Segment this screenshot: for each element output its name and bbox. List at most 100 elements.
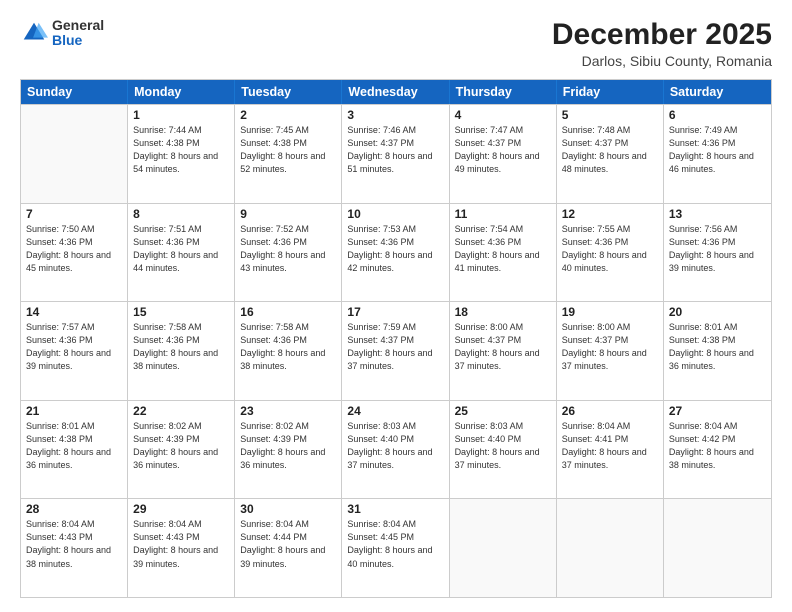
calendar-cell: 20 Sunrise: 8:01 AMSunset: 4:38 PMDayligh… bbox=[664, 302, 771, 400]
calendar-day-header: Saturday bbox=[664, 80, 771, 104]
calendar-cell bbox=[450, 499, 557, 597]
calendar-cell: 28 Sunrise: 8:04 AMSunset: 4:43 PMDayligh… bbox=[21, 499, 128, 597]
calendar-cell: 9 Sunrise: 7:52 AMSunset: 4:36 PMDaylight… bbox=[235, 204, 342, 302]
calendar-cell: 3Sunrise: 7:46 AMSunset: 4:37 PMDaylight… bbox=[342, 105, 449, 203]
calendar-cell bbox=[557, 499, 664, 597]
day-number: 26 bbox=[562, 404, 658, 418]
day-number: 31 bbox=[347, 502, 443, 516]
day-number: 12 bbox=[562, 207, 658, 221]
calendar-cell: 7Sunrise: 7:50 AMSunset: 4:36 PMDaylight… bbox=[21, 204, 128, 302]
day-info: Sunrise: 7:54 AMSunset: 4:36 PMDaylight:… bbox=[455, 223, 551, 275]
day-number: 25 bbox=[455, 404, 551, 418]
day-number: 16 bbox=[240, 305, 336, 319]
day-number: 4 bbox=[455, 108, 551, 122]
day-info: Sunrise: 7:52 AMSunset: 4:36 PMDaylight:… bbox=[240, 223, 336, 275]
calendar-day-header: Sunday bbox=[21, 80, 128, 104]
day-info: Sunrise: 8:04 AMSunset: 4:45 PMDaylight:… bbox=[347, 518, 443, 570]
logo-text: General Blue bbox=[52, 18, 104, 49]
day-number: 23 bbox=[240, 404, 336, 418]
calendar-week-row: 28 Sunrise: 8:04 AMSunset: 4:43 PMDayligh… bbox=[21, 498, 771, 597]
calendar-day-header: Thursday bbox=[450, 80, 557, 104]
day-number: 7 bbox=[26, 207, 122, 221]
calendar-week-row: 1 Sunrise: 7:44 AMSunset: 4:38 PMDaylight… bbox=[21, 104, 771, 203]
day-number: 3 bbox=[347, 108, 443, 122]
calendar-cell: 24 Sunrise: 8:03 AMSunset: 4:40 PMDayligh… bbox=[342, 401, 449, 499]
calendar-week-row: 14 Sunrise: 7:57 AMSunset: 4:36 PMDayligh… bbox=[21, 301, 771, 400]
day-info: Sunrise: 8:04 AMSunset: 4:43 PMDaylight:… bbox=[26, 518, 122, 570]
logo: General Blue bbox=[20, 18, 104, 49]
day-number: 30 bbox=[240, 502, 336, 516]
calendar-cell: 5Sunrise: 7:48 AMSunset: 4:37 PMDaylight… bbox=[557, 105, 664, 203]
day-info: Sunrise: 7:55 AMSunset: 4:36 PMDaylight:… bbox=[562, 223, 658, 275]
day-number: 28 bbox=[26, 502, 122, 516]
day-number: 9 bbox=[240, 207, 336, 221]
calendar-cell bbox=[21, 105, 128, 203]
calendar-cell: 15 Sunrise: 7:58 AMSunset: 4:36 PMDayligh… bbox=[128, 302, 235, 400]
day-number: 8 bbox=[133, 207, 229, 221]
calendar-cell: 11Sunrise: 7:54 AMSunset: 4:36 PMDayligh… bbox=[450, 204, 557, 302]
day-number: 17 bbox=[347, 305, 443, 319]
day-info: Sunrise: 8:04 AMSunset: 4:41 PMDaylight:… bbox=[562, 420, 658, 472]
calendar-header: SundayMondayTuesdayWednesdayThursdayFrid… bbox=[21, 80, 771, 104]
day-info: Sunrise: 7:45 AMSunset: 4:38 PMDaylight:… bbox=[240, 124, 336, 176]
calendar-cell: 10 Sunrise: 7:53 AMSunset: 4:36 PMDayligh… bbox=[342, 204, 449, 302]
calendar-day-header: Wednesday bbox=[342, 80, 449, 104]
calendar-cell: 30 Sunrise: 8:04 AMSunset: 4:44 PMDayligh… bbox=[235, 499, 342, 597]
day-info: Sunrise: 8:04 AMSunset: 4:43 PMDaylight:… bbox=[133, 518, 229, 570]
calendar-cell: 12 Sunrise: 7:55 AMSunset: 4:36 PMDayligh… bbox=[557, 204, 664, 302]
day-info: Sunrise: 7:53 AMSunset: 4:36 PMDaylight:… bbox=[347, 223, 443, 275]
day-number: 21 bbox=[26, 404, 122, 418]
day-info: Sunrise: 8:04 AMSunset: 4:44 PMDaylight:… bbox=[240, 518, 336, 570]
day-info: Sunrise: 8:01 AMSunset: 4:38 PMDaylight:… bbox=[26, 420, 122, 472]
day-number: 15 bbox=[133, 305, 229, 319]
calendar-cell: 29Sunrise: 8:04 AMSunset: 4:43 PMDayligh… bbox=[128, 499, 235, 597]
day-info: Sunrise: 8:01 AMSunset: 4:38 PMDaylight:… bbox=[669, 321, 766, 373]
day-number: 13 bbox=[669, 207, 766, 221]
day-info: Sunrise: 7:44 AMSunset: 4:38 PMDaylight:… bbox=[133, 124, 229, 176]
calendar-week-row: 21 Sunrise: 8:01 AMSunset: 4:38 PMDayligh… bbox=[21, 400, 771, 499]
day-number: 2 bbox=[240, 108, 336, 122]
day-number: 1 bbox=[133, 108, 229, 122]
day-info: Sunrise: 8:00 AMSunset: 4:37 PMDaylight:… bbox=[562, 321, 658, 373]
calendar-cell: 1 Sunrise: 7:44 AMSunset: 4:38 PMDaylight… bbox=[128, 105, 235, 203]
day-info: Sunrise: 7:49 AMSunset: 4:36 PMDaylight:… bbox=[669, 124, 766, 176]
page: General Blue December 2025 Darlos, Sibiu… bbox=[0, 0, 792, 612]
day-info: Sunrise: 8:00 AMSunset: 4:37 PMDaylight:… bbox=[455, 321, 551, 373]
calendar-cell: 6Sunrise: 7:49 AMSunset: 4:36 PMDaylight… bbox=[664, 105, 771, 203]
day-number: 10 bbox=[347, 207, 443, 221]
day-number: 18 bbox=[455, 305, 551, 319]
calendar-cell: 13Sunrise: 7:56 AMSunset: 4:36 PMDayligh… bbox=[664, 204, 771, 302]
day-number: 20 bbox=[669, 305, 766, 319]
logo-general-label: General bbox=[52, 18, 104, 33]
calendar-cell: 14 Sunrise: 7:57 AMSunset: 4:36 PMDayligh… bbox=[21, 302, 128, 400]
day-info: Sunrise: 8:03 AMSunset: 4:40 PMDaylight:… bbox=[347, 420, 443, 472]
calendar-cell: 16Sunrise: 7:58 AMSunset: 4:36 PMDayligh… bbox=[235, 302, 342, 400]
calendar-cell: 22Sunrise: 8:02 AMSunset: 4:39 PMDayligh… bbox=[128, 401, 235, 499]
calendar-cell: 2 Sunrise: 7:45 AMSunset: 4:38 PMDaylight… bbox=[235, 105, 342, 203]
day-number: 24 bbox=[347, 404, 443, 418]
calendar-cell: 8Sunrise: 7:51 AMSunset: 4:36 PMDaylight… bbox=[128, 204, 235, 302]
subtitle: Darlos, Sibiu County, Romania bbox=[552, 53, 772, 69]
calendar-cell: 18 Sunrise: 8:00 AMSunset: 4:37 PMDayligh… bbox=[450, 302, 557, 400]
logo-icon bbox=[20, 19, 48, 47]
day-info: Sunrise: 7:59 AMSunset: 4:37 PMDaylight:… bbox=[347, 321, 443, 373]
day-info: Sunrise: 7:57 AMSunset: 4:36 PMDaylight:… bbox=[26, 321, 122, 373]
day-info: Sunrise: 7:58 AMSunset: 4:36 PMDaylight:… bbox=[133, 321, 229, 373]
calendar-cell bbox=[664, 499, 771, 597]
calendar-day-header: Friday bbox=[557, 80, 664, 104]
calendar-cell: 31 Sunrise: 8:04 AMSunset: 4:45 PMDayligh… bbox=[342, 499, 449, 597]
calendar-cell: 21 Sunrise: 8:01 AMSunset: 4:38 PMDayligh… bbox=[21, 401, 128, 499]
day-info: Sunrise: 8:02 AMSunset: 4:39 PMDaylight:… bbox=[240, 420, 336, 472]
day-number: 5 bbox=[562, 108, 658, 122]
calendar-cell: 27Sunrise: 8:04 AMSunset: 4:42 PMDayligh… bbox=[664, 401, 771, 499]
day-info: Sunrise: 8:03 AMSunset: 4:40 PMDaylight:… bbox=[455, 420, 551, 472]
calendar-cell: 4Sunrise: 7:47 AMSunset: 4:37 PMDaylight… bbox=[450, 105, 557, 203]
calendar-body: 1 Sunrise: 7:44 AMSunset: 4:38 PMDaylight… bbox=[21, 104, 771, 597]
calendar-cell: 26 Sunrise: 8:04 AMSunset: 4:41 PMDayligh… bbox=[557, 401, 664, 499]
logo-blue-label: Blue bbox=[52, 33, 104, 48]
day-number: 22 bbox=[133, 404, 229, 418]
day-info: Sunrise: 8:04 AMSunset: 4:42 PMDaylight:… bbox=[669, 420, 766, 472]
header: General Blue December 2025 Darlos, Sibiu… bbox=[20, 18, 772, 69]
calendar-cell: 17 Sunrise: 7:59 AMSunset: 4:37 PMDayligh… bbox=[342, 302, 449, 400]
day-number: 14 bbox=[26, 305, 122, 319]
